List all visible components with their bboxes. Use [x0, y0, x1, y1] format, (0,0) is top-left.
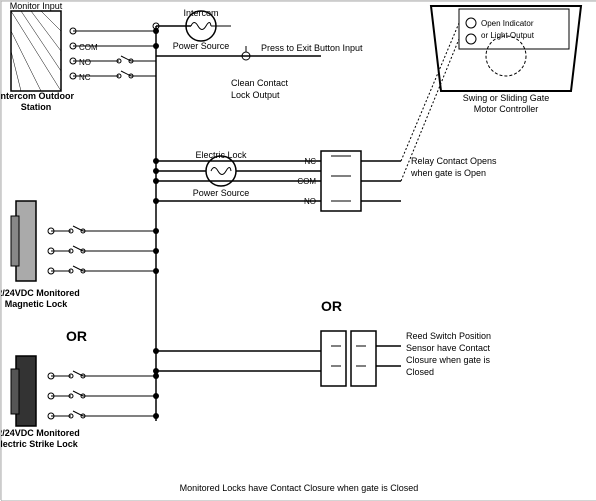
- com-label-1: COM: [79, 43, 98, 52]
- elec-lock-power-label1: Electric Lock: [195, 150, 247, 160]
- intercom-power-label2: Power Source: [173, 41, 230, 51]
- open-indicator-label1: Open Indicator: [481, 19, 534, 28]
- mag-lock-label1: 12/24VDC Monitored: [1, 288, 80, 298]
- monitor-input-label: Monitor Input: [10, 1, 63, 11]
- swing-gate-label1: Swing or Sliding Gate: [463, 93, 550, 103]
- intercom-outdoor-label: Intercom Outdoor: [1, 91, 74, 101]
- or-label-2: OR: [321, 298, 342, 314]
- strike-lock-label1: 12/24VDC Monitored: [1, 428, 80, 438]
- reed-label1: Reed Switch Position: [406, 331, 491, 341]
- reed-label2: Sensor have Contact: [406, 343, 491, 353]
- reed-label3: Closure when gate is: [406, 355, 491, 365]
- elec-lock-power-label2: Power Source: [193, 188, 250, 198]
- reed-label4: Closed: [406, 367, 434, 377]
- clean-contact-label1: Clean Contact: [231, 78, 289, 88]
- press-exit-label: Press to Exit Button Input: [261, 43, 363, 53]
- no-label-1: NO: [79, 58, 91, 67]
- relay-contact-label1: Relay Contact Opens: [411, 156, 497, 166]
- mag-lock-label2: Magnetic Lock: [5, 299, 69, 309]
- relay-contact-label2: when gate is Open: [410, 168, 486, 178]
- strike-lock-label2: Electric Strike Lock: [1, 439, 79, 449]
- or-label-1: OR: [66, 328, 87, 344]
- intercom-power-label1: Intercom: [183, 8, 218, 18]
- footer-label: Monitored Locks have Contact Closure whe…: [180, 483, 419, 493]
- intercom-outdoor-label2: Station: [21, 102, 52, 112]
- wiring-diagram: Monitor Input COM NO NC Intercom Outdoor…: [0, 0, 596, 500]
- nc-label-1: NC: [79, 73, 91, 82]
- swing-gate-label2: Motor Controller: [474, 104, 539, 114]
- open-indicator-label2: or Light Output: [481, 31, 535, 40]
- clean-contact-label2: Lock Output: [231, 90, 280, 100]
